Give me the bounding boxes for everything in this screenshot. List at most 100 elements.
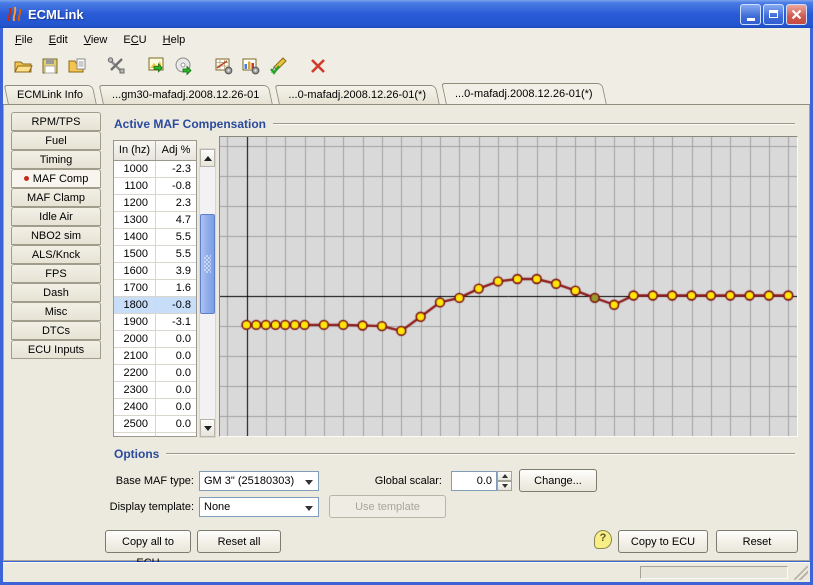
open-folder-icon bbox=[13, 56, 33, 76]
sidebar-item-rpm-tps[interactable]: RPM/TPS bbox=[11, 112, 101, 131]
column-header-adj[interactable]: Adj % bbox=[156, 141, 196, 160]
base-maf-type-label: Base MAF type: bbox=[99, 471, 194, 491]
section-rule bbox=[273, 123, 795, 125]
reset-button[interactable]: Reset bbox=[716, 530, 798, 553]
sidebar-item-maf-comp[interactable]: MAF Comp bbox=[11, 169, 101, 188]
menu-bar: File Edit View ECU Help bbox=[3, 28, 810, 52]
screwdriver-check-icon bbox=[268, 56, 288, 76]
help-icon[interactable]: ? bbox=[594, 530, 612, 549]
ecmlink-window: ECMLink File Edit View ECU Help bbox=[0, 0, 813, 585]
export-image-button[interactable] bbox=[145, 54, 169, 78]
write-cd-button[interactable] bbox=[172, 54, 196, 78]
scroll-down-button[interactable] bbox=[200, 419, 215, 437]
table-row-selected[interactable]: 1800-0.8 bbox=[114, 297, 196, 314]
sidebar-item-als-knck[interactable]: ALS/Knck bbox=[11, 245, 101, 264]
arrow-down-icon bbox=[204, 426, 212, 431]
tab-log-2[interactable]: ...0-mafadj.2008.12.26-01(*) bbox=[279, 85, 440, 105]
table-row[interactable]: 13004.7 bbox=[114, 212, 196, 229]
sidebar-item-ecu-inputs[interactable]: ECU Inputs bbox=[11, 340, 101, 359]
log-settings-button[interactable] bbox=[239, 54, 263, 78]
tab-ecmlink-info[interactable]: ECMLink Info bbox=[8, 85, 97, 105]
close-button[interactable] bbox=[786, 4, 807, 25]
chart-gear-icon bbox=[241, 56, 261, 76]
minimize-button[interactable] bbox=[740, 4, 761, 25]
sidebar-item-dash[interactable]: Dash bbox=[11, 283, 101, 302]
maf-chart[interactable] bbox=[219, 136, 798, 437]
base-maf-type-select[interactable]: GM 3" (25180303) bbox=[199, 471, 319, 491]
edit-tools-button[interactable] bbox=[266, 54, 290, 78]
resize-grip[interactable] bbox=[794, 566, 808, 580]
table-settings-button[interactable] bbox=[212, 54, 236, 78]
menu-edit[interactable]: Edit bbox=[41, 31, 76, 49]
tab-log-3-active[interactable]: ...0-mafadj.2008.12.26-01(*) bbox=[446, 83, 607, 105]
scrollbar-thumb[interactable] bbox=[200, 214, 215, 314]
sidebar-item-idle-air[interactable]: Idle Air bbox=[11, 207, 101, 226]
tools-button[interactable] bbox=[105, 54, 129, 78]
global-scalar-value[interactable]: 0.0 bbox=[451, 471, 497, 491]
table-row[interactable]: 12002.3 bbox=[114, 195, 196, 212]
table-row[interactable]: 23000.0 bbox=[114, 382, 196, 399]
menu-ecu[interactable]: ECU bbox=[115, 31, 154, 49]
import-folder-button[interactable] bbox=[65, 54, 89, 78]
dropdown-arrow-icon bbox=[305, 480, 313, 485]
open-log-button[interactable] bbox=[11, 54, 35, 78]
save-icon bbox=[40, 56, 60, 76]
sidebar-item-fuel[interactable]: Fuel bbox=[11, 131, 101, 150]
table-row[interactable]: 1000-2.3 bbox=[114, 161, 196, 178]
sidebar-item-maf-clamp[interactable]: MAF Clamp bbox=[11, 188, 101, 207]
table-row[interactable]: 26000.0 bbox=[114, 433, 196, 437]
folder-document-icon bbox=[67, 56, 87, 76]
reset-all-button[interactable]: Reset all bbox=[197, 530, 281, 553]
use-template-button: Use template bbox=[329, 495, 446, 518]
maf-table: In (hz) Adj % 1000-2.3 1100-0.8 12002.3 … bbox=[113, 140, 197, 437]
global-scalar-stepper[interactable]: 0.0 bbox=[451, 471, 512, 491]
options-header: Options bbox=[114, 447, 795, 461]
maximize-icon bbox=[769, 10, 778, 18]
title-bar: ECMLink bbox=[0, 0, 813, 28]
menu-help[interactable]: Help bbox=[155, 31, 194, 49]
crossed-tools-icon bbox=[107, 56, 127, 76]
sidebar-item-timing[interactable]: Timing bbox=[11, 150, 101, 169]
status-bar bbox=[3, 562, 810, 582]
table-row[interactable]: 24000.0 bbox=[114, 399, 196, 416]
sidebar-item-dtcs[interactable]: DTCs bbox=[11, 321, 101, 340]
close-icon bbox=[791, 9, 802, 20]
table-gear-icon bbox=[214, 56, 234, 76]
maf-comp-page: RPM/TPS Fuel Timing MAF Comp MAF Clamp I… bbox=[3, 105, 810, 561]
table-scrollbar[interactable] bbox=[199, 148, 216, 438]
sidebar-item-fps[interactable]: FPS bbox=[11, 264, 101, 283]
save-button[interactable] bbox=[38, 54, 62, 78]
maf-chart-canvas[interactable] bbox=[220, 137, 797, 436]
copy-all-to-ecu-button[interactable]: Copy all to ECU bbox=[105, 530, 191, 553]
scalar-decrement-button[interactable] bbox=[497, 481, 512, 491]
spin-up-icon bbox=[502, 474, 508, 478]
toolbar bbox=[3, 51, 810, 82]
table-row[interactable]: 1100-0.8 bbox=[114, 178, 196, 195]
minimize-icon bbox=[747, 18, 755, 21]
table-row[interactable]: 22000.0 bbox=[114, 365, 196, 382]
table-row[interactable]: 25000.0 bbox=[114, 416, 196, 433]
menu-view[interactable]: View bbox=[76, 31, 116, 49]
table-header: In (hz) Adj % bbox=[114, 141, 196, 161]
table-row[interactable]: 1900-3.1 bbox=[114, 314, 196, 331]
sidebar-item-misc[interactable]: Misc bbox=[11, 302, 101, 321]
maximize-button[interactable] bbox=[763, 4, 784, 25]
table-row[interactable]: 16003.9 bbox=[114, 263, 196, 280]
arrow-up-icon bbox=[204, 156, 212, 161]
column-header-in-hz[interactable]: In (hz) bbox=[114, 141, 156, 160]
display-template-select[interactable]: None bbox=[199, 497, 319, 517]
table-row[interactable]: 21000.0 bbox=[114, 348, 196, 365]
table-row[interactable]: 14005.5 bbox=[114, 229, 196, 246]
table-row[interactable]: 20000.0 bbox=[114, 331, 196, 348]
options-title: Options bbox=[114, 447, 159, 461]
change-button[interactable]: Change... bbox=[519, 469, 597, 492]
tab-log-1[interactable]: ...gm30-mafadj.2008.12.26-01 bbox=[103, 85, 273, 105]
menu-file[interactable]: File bbox=[7, 31, 41, 49]
scroll-up-button[interactable] bbox=[200, 149, 215, 167]
table-row[interactable]: 15005.5 bbox=[114, 246, 196, 263]
sidebar-item-nbo2-sim[interactable]: NBO2 sim bbox=[11, 226, 101, 245]
scalar-increment-button[interactable] bbox=[497, 471, 512, 481]
table-row[interactable]: 17001.6 bbox=[114, 280, 196, 297]
delete-button[interactable] bbox=[306, 54, 330, 78]
copy-to-ecu-button[interactable]: Copy to ECU bbox=[618, 530, 708, 553]
